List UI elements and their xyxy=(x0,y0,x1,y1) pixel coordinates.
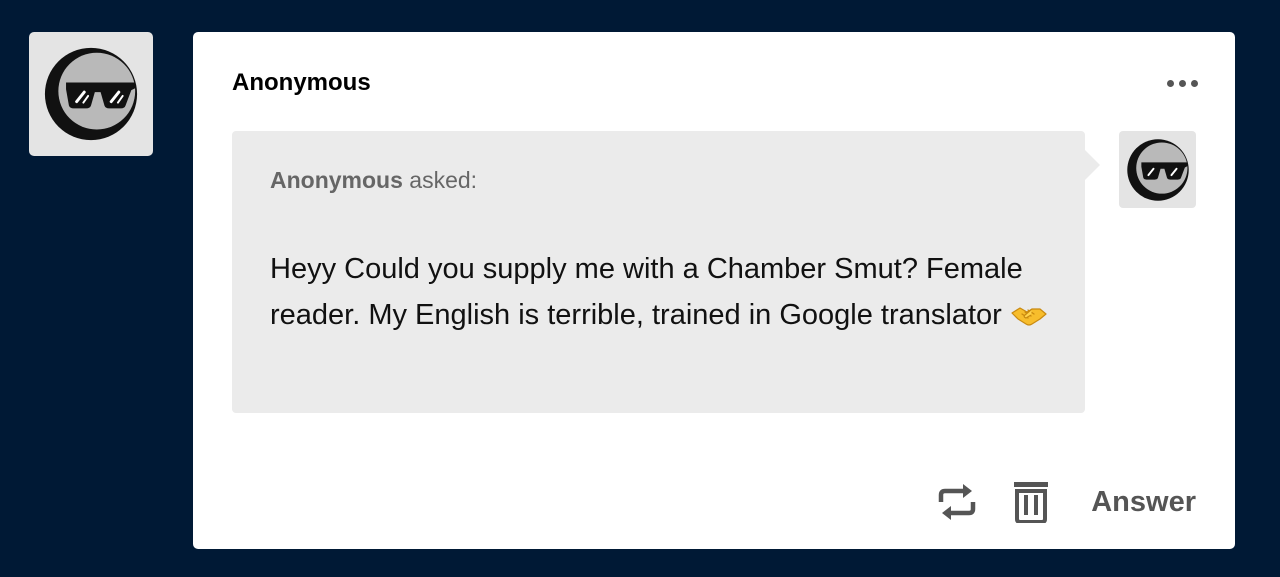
post-actions: Answer xyxy=(936,480,1196,524)
reblog-button[interactable] xyxy=(936,481,978,523)
question-body: Heyy Could you supply me with a Chamber … xyxy=(270,253,1023,331)
handshake-emoji xyxy=(1011,307,1047,326)
more-options-button[interactable] xyxy=(1167,74,1198,93)
ask-bubble: Anonymous asked: Heyy Could you supply m… xyxy=(232,131,1100,413)
asker-avatar[interactable] xyxy=(1119,131,1196,208)
post-header: Anonymous xyxy=(232,68,1198,98)
sunglasses-moon-avatar-icon xyxy=(1126,138,1189,201)
more-horizontal-icon xyxy=(1167,79,1198,87)
asker-name[interactable]: Anonymous xyxy=(270,167,403,193)
asked-label: asked: xyxy=(409,167,478,193)
reblog-icon xyxy=(938,484,976,520)
blog-avatar[interactable] xyxy=(29,32,153,156)
delete-button[interactable] xyxy=(1011,480,1051,524)
trash-icon xyxy=(1014,482,1049,523)
blog-name[interactable]: Anonymous xyxy=(232,69,371,97)
sunglasses-moon-avatar-icon xyxy=(44,47,138,141)
question-text: Heyy Could you supply me with a Chamber … xyxy=(270,246,1050,338)
post-card: Anonymous Anonymous asked: Heyy Could yo… xyxy=(193,32,1235,549)
asker-line: Anonymous asked: xyxy=(270,165,1047,195)
answer-button[interactable]: Answer xyxy=(1091,480,1196,524)
